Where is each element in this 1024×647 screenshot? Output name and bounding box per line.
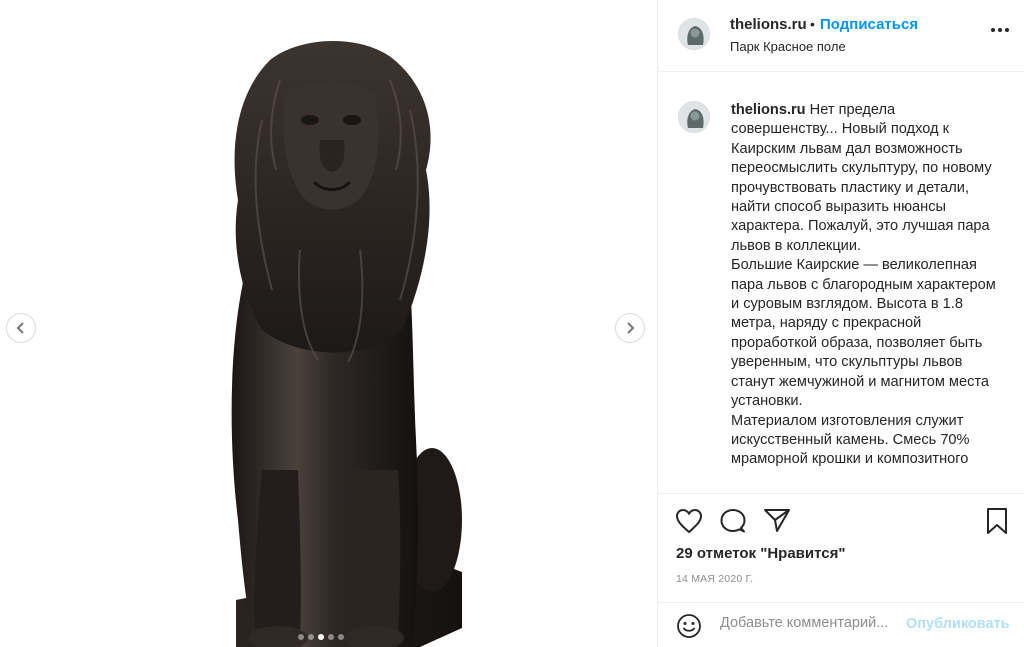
avatar[interactable] [678,101,710,133]
more-icon [991,28,995,32]
next-slide-button[interactable] [615,313,645,343]
share-icon[interactable] [763,507,791,533]
post-date[interactable]: 14 МАЯ 2020 Г. [676,573,753,585]
carousel-dot[interactable] [308,634,314,640]
comment-form: Опубликовать [658,602,1024,647]
more-options-button[interactable] [991,28,1009,32]
emoji-icon[interactable] [676,613,702,639]
post-header: thelions.ru • Подписаться Парк Красное п… [658,0,1024,72]
chevron-left-icon [16,322,24,334]
post-caption: thelions.ru Нет предела совершенству... … [731,101,1001,470]
publish-button[interactable]: Опубликовать [906,616,1010,632]
lion-avatar-icon [679,19,709,49]
heart-icon[interactable] [675,508,703,534]
carousel-dots [298,634,344,640]
actions-bar: 29 отметок "Нравится" 14 МАЯ 2020 Г. Опу… [658,493,1024,647]
follow-button[interactable]: Подписаться [820,16,918,33]
separator-dot: • [810,16,815,32]
location-link[interactable]: Парк Красное поле [730,39,846,54]
likes-count[interactable]: 29 отметок "Нравится" [676,545,845,562]
caption-area[interactable]: thelions.ru Нет предела совершенству... … [658,73,1024,493]
carousel-dot[interactable] [298,634,304,640]
post-media[interactable] [0,0,657,647]
username[interactable]: thelions.ru [730,16,807,33]
comment-input[interactable] [720,615,900,631]
caption-text: Нет предела совершенству... Новый подход… [731,102,996,468]
chevron-right-icon [627,322,635,334]
lion-avatar-icon [679,102,709,132]
carousel-dot[interactable] [338,634,344,640]
previous-slide-button[interactable] [6,313,36,343]
lion-sculpture-photo [231,40,462,647]
carousel-dot-active[interactable] [318,634,324,640]
comment-icon[interactable] [719,508,747,534]
bookmark-icon[interactable] [985,507,1009,535]
caption-username[interactable]: thelions.ru [731,102,806,118]
avatar[interactable] [678,18,710,50]
post-panel: thelions.ru • Подписаться Парк Красное п… [657,0,1024,647]
carousel-dot[interactable] [328,634,334,640]
